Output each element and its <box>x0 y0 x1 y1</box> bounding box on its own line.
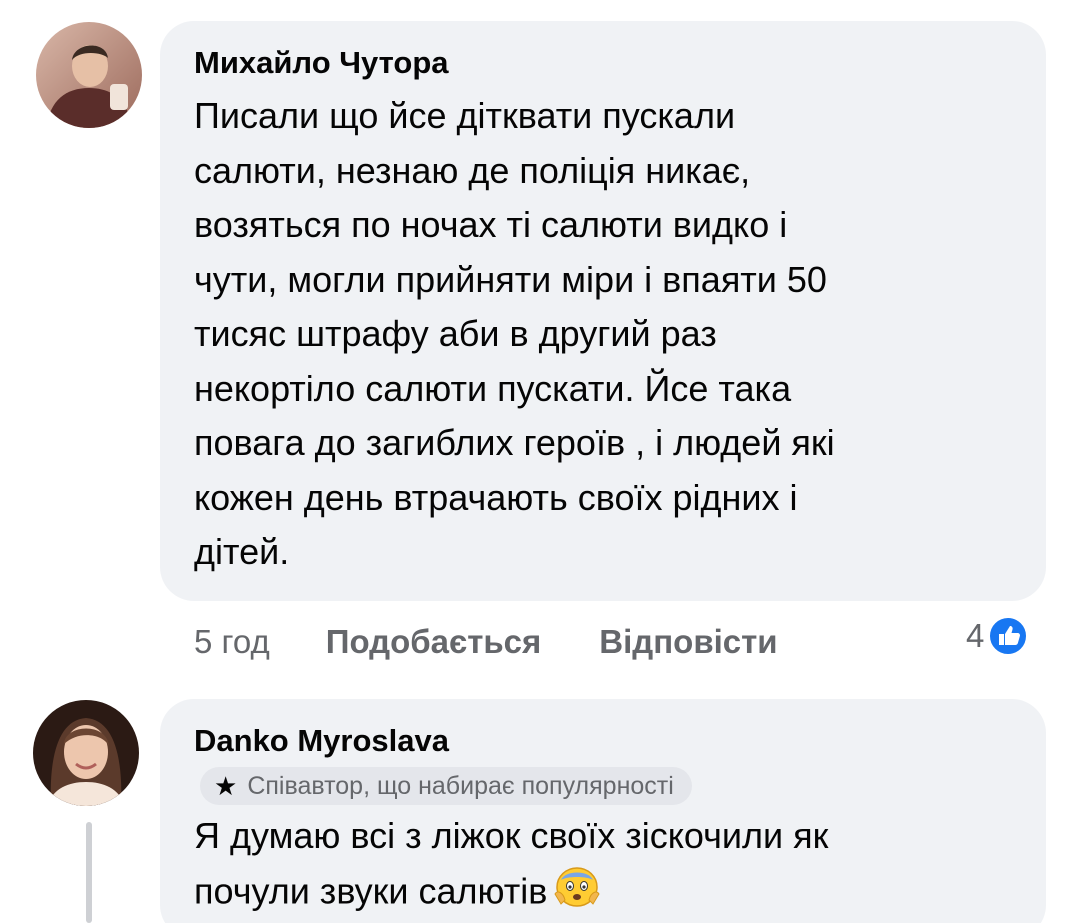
comment-text-line: кожен день втрачають своїх рідних і <box>194 476 798 518</box>
comment-actions: 5 год Подобається Відповісти <box>194 618 778 666</box>
comment-bubble: Danko Myroslava ★ Співавтор, що набирає … <box>160 699 1046 923</box>
comment-text-line: Писали що йсе дітквати пускали <box>194 95 736 136</box>
comment-text-line: тисяс штрафу аби в другий раз <box>194 313 717 354</box>
comment-text-line: почули звуки салютів <box>194 864 828 923</box>
comment-text-line: дітей. <box>194 531 290 572</box>
avatar-photo-icon <box>36 22 142 128</box>
star-icon: ★ <box>214 770 238 801</box>
comment-text-fragment: почули звуки салютів <box>194 869 548 911</box>
comments-section: Михайло Чутора Писали що йсе дітквати пу… <box>0 0 1080 923</box>
comment-text-line: некортіло салюти пускати. Йсе така <box>194 367 792 409</box>
reaction-count: 4 <box>966 617 985 654</box>
like-button[interactable]: Подобається <box>326 623 542 661</box>
fearful-face-emoji-icon <box>553 864 601 923</box>
avatar[interactable] <box>36 22 142 128</box>
avatar-photo-icon <box>33 700 139 806</box>
badge-label: Співавтор, що набирає популярності <box>247 771 674 800</box>
like-thumb-icon <box>988 616 1029 656</box>
comment-author[interactable]: Danko Myroslava <box>194 723 449 759</box>
comment-author[interactable]: Михайло Чутора <box>194 45 449 81</box>
comment-text-line: чути, могли прийняти міри і впаяти 50 <box>194 258 827 300</box>
comment-text-line: повага до загиблих героїв , і людей які <box>194 422 835 463</box>
comment-text-line: возяться по ночах ті салюти видко і <box>194 204 788 245</box>
avatar[interactable] <box>33 700 139 806</box>
comment-bubble: Михайло Чутора Писали що йсе дітквати пу… <box>160 21 1046 601</box>
author-badge[interactable]: ★ Співавтор, що набирає популярності <box>200 761 692 805</box>
comment-text-line: салюти, незнаю де поліція никає, <box>194 149 751 191</box>
comment-text: Я думаю всі з ліжок своїх зіскочили як п… <box>194 809 828 923</box>
reaction-summary[interactable]: 4 <box>966 616 1029 656</box>
thread-line <box>86 822 92 923</box>
comment-timestamp[interactable]: 5 год <box>194 623 270 661</box>
reply-button[interactable]: Відповісти <box>599 623 777 661</box>
comment-text-line: Я думаю всі з ліжок своїх зіскочили як <box>194 815 829 856</box>
comment-text: Писали що йсе дітквати пускали салюти, не… <box>194 89 835 580</box>
